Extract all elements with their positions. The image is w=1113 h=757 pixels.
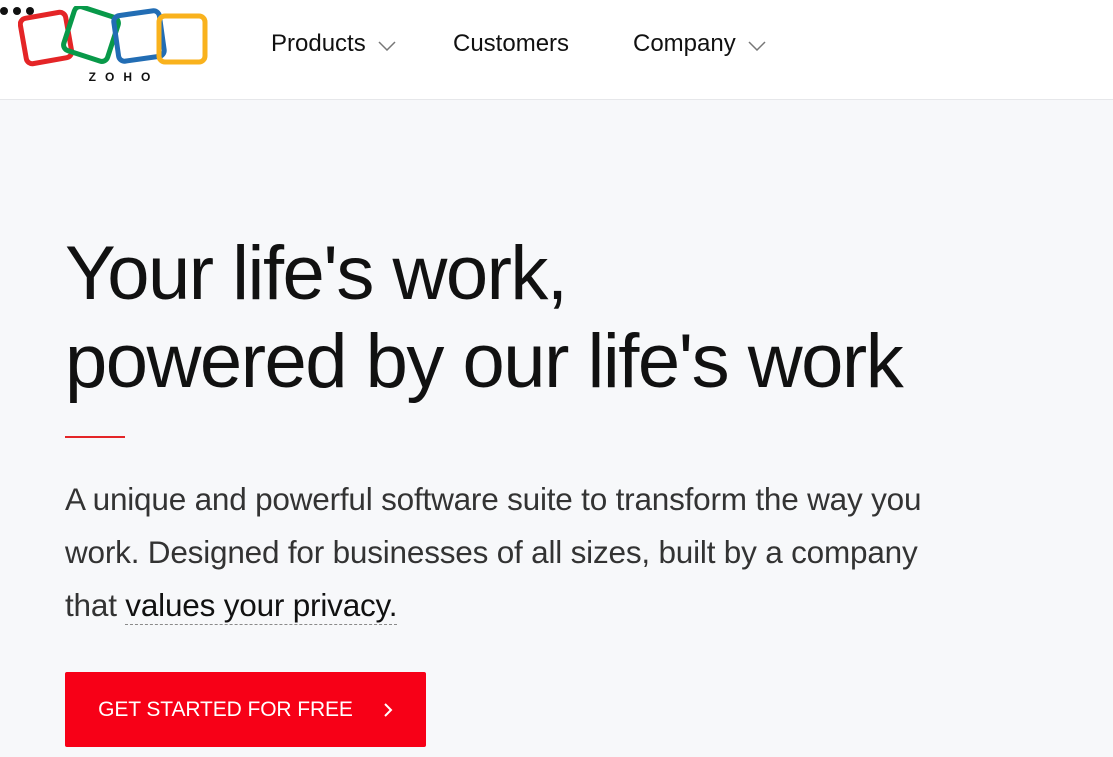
site-header: ZOHO Products Customers Company [0, 0, 1113, 100]
privacy-link[interactable]: values your privacy. [125, 587, 398, 625]
nav-company[interactable]: Company [633, 28, 766, 60]
nav-customers[interactable]: Customers [453, 28, 569, 60]
hero-subtext: A unique and powerful software suite to … [65, 473, 945, 632]
logo-wordmark: ZOHO [88, 70, 160, 84]
zoho-logo[interactable]: ZOHO [18, 6, 214, 88]
accent-divider [65, 436, 125, 438]
get-started-label: GET STARTED FOR FREE [98, 697, 353, 721]
get-started-button[interactable]: GET STARTED FOR FREE [65, 672, 426, 747]
hero-headline: Your life's work, powered by our life's … [65, 230, 904, 406]
more-dots-icon [0, 7, 8, 15]
headline-line-1: Your life's work, [65, 231, 568, 316]
headline-line-2: powered by our life's work [65, 319, 904, 404]
nav-customers-label: Customers [453, 30, 570, 57]
chevron-down-icon [378, 41, 396, 51]
chevron-down-icon [748, 41, 766, 51]
nav-products[interactable]: Products [271, 28, 396, 60]
zoho-logo-mark [18, 6, 208, 67]
chevron-right-icon [383, 702, 393, 718]
nav-company-label: Company [633, 30, 736, 57]
nav-products-label: Products [271, 30, 366, 57]
